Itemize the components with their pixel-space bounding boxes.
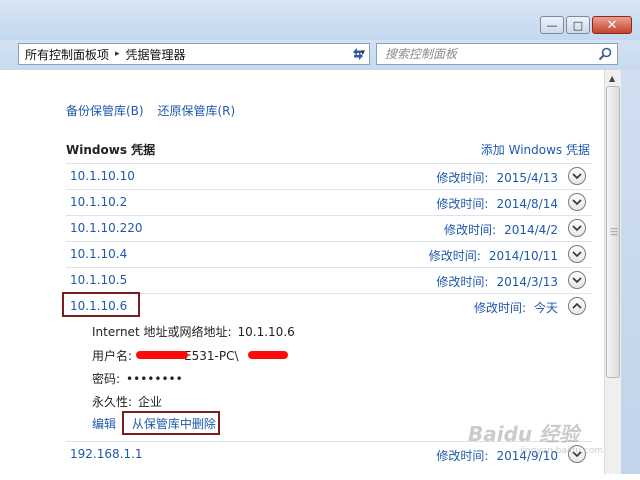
address-bar[interactable]: 所有控制面板项 ▸ 凭据管理器 ▾ — [18, 43, 370, 65]
window-frame-edge — [621, 70, 640, 474]
modified-label: 修改时间: — [436, 275, 489, 289]
backup-vault-link[interactable]: 备份保管库(B) — [66, 104, 144, 118]
maximize-icon: □ — [572, 18, 584, 32]
maximize-button[interactable]: □ — [566, 16, 590, 34]
chevron-down-icon — [572, 199, 582, 206]
grip-icon: — — — — [610, 224, 618, 239]
modified-date: 2014/8/14 — [496, 197, 558, 211]
close-button[interactable]: ✕ — [592, 16, 632, 34]
scroll-up-icon[interactable]: ▲ — [609, 74, 615, 83]
highlight-box — [122, 411, 220, 435]
detail-label: Internet 地址或网络地址: — [92, 325, 232, 339]
credential-row[interactable]: 10.1.10.5 修改时间: 2014/3/13 — [66, 267, 592, 293]
refresh-icon — [353, 48, 363, 60]
credential-row-expanded[interactable]: 10.1.10.6 修改时间: 今天 — [66, 293, 592, 319]
credential-modified: 修改时间: 今天 — [474, 299, 558, 316]
edit-link[interactable]: 编辑 — [92, 417, 116, 431]
watermark: Baidu 经验 — [468, 422, 580, 446]
modified-label: 修改时间: — [473, 301, 526, 315]
modified-label: 修改时间: — [436, 449, 489, 463]
chevron-down-icon — [572, 277, 582, 284]
minimize-icon: — — [546, 18, 558, 32]
credential-address[interactable]: 10.1.10.10 — [70, 169, 135, 183]
close-icon: ✕ — [606, 17, 618, 33]
detail-internet-address: Internet 地址或网络地址: 10.1.10.6 — [92, 323, 295, 340]
credential-address[interactable]: 10.1.10.2 — [70, 195, 127, 209]
expand-button[interactable] — [568, 193, 586, 211]
search-box[interactable] — [376, 43, 618, 65]
modified-date: 2014/3/13 — [496, 275, 558, 289]
modified-date: 2014/10/11 — [488, 249, 558, 263]
credential-address[interactable]: 192.168.1.1 — [70, 447, 143, 461]
add-windows-credential-link[interactable]: 添加 Windows 凭据 — [481, 141, 590, 158]
breadcrumb-all-items[interactable]: 所有控制面板项 — [19, 46, 115, 63]
restore-vault-link[interactable]: 还原保管库(R) — [157, 104, 235, 118]
section-title: Windows 凭据 — [66, 143, 156, 157]
credential-modified: 修改时间: 2014/4/2 — [444, 221, 558, 238]
credential-address[interactable]: 10.1.10.220 — [70, 221, 143, 235]
expand-button[interactable] — [568, 271, 586, 289]
modified-label: 修改时间: — [428, 249, 481, 263]
search-input[interactable] — [385, 45, 585, 63]
expand-button[interactable] — [568, 167, 586, 185]
credential-modified: 修改时间: 2015/4/13 — [436, 169, 558, 186]
title-bar: — □ ✕ — [0, 0, 640, 40]
search-icon[interactable] — [598, 47, 612, 61]
credential-row[interactable]: 10.1.10.2 修改时间: 2014/8/14 — [66, 189, 592, 215]
detail-label: 用户名: — [92, 349, 133, 363]
credential-row[interactable]: 10.1.10.10 修改时间: 2015/4/13 — [66, 163, 592, 189]
highlight-box — [62, 292, 140, 317]
modified-label: 修改时间: — [436, 171, 489, 185]
chevron-up-icon — [572, 302, 582, 309]
modified-date: 2014/4/2 — [504, 223, 558, 237]
modified-label: 修改时间: — [444, 223, 497, 237]
detail-label: 密码: — [92, 372, 121, 386]
expand-button[interactable] — [568, 219, 586, 237]
scrollbar-thumb[interactable]: — — — — [606, 86, 620, 378]
watermark-url: jingyan.baidu.com — [520, 446, 604, 456]
credential-row[interactable]: 10.1.10.4 修改时间: 2014/10/11 — [66, 241, 592, 267]
redaction-mark — [248, 351, 288, 359]
breadcrumb-credential-manager[interactable]: 凭据管理器 — [120, 46, 192, 63]
detail-value: •••••••• — [126, 372, 183, 386]
redaction-mark — [136, 351, 188, 359]
collapse-button[interactable] — [568, 297, 586, 315]
modified-date: 2015/4/13 — [496, 171, 558, 185]
detail-label: 永久性: — [92, 395, 133, 409]
detail-password: 密码: •••••••• — [92, 370, 183, 387]
detail-value: E531-PC\ — [184, 349, 239, 363]
detail-persistence: 永久性: 企业 — [92, 393, 162, 410]
credential-modified: 修改时间: 2014/8/14 — [436, 195, 558, 212]
chevron-down-icon — [572, 225, 582, 232]
expand-button[interactable] — [568, 245, 586, 263]
credential-row[interactable]: 10.1.10.220 修改时间: 2014/4/2 — [66, 215, 592, 241]
modified-date: 今天 — [533, 301, 558, 315]
refresh-button[interactable] — [346, 43, 370, 65]
credential-modified: 修改时间: 2014/10/11 — [429, 247, 558, 264]
vertical-scrollbar[interactable]: ▲ — — — — [604, 70, 622, 474]
chevron-down-icon — [572, 251, 582, 258]
window-controls: — □ ✕ — [540, 16, 632, 34]
credential-address[interactable]: 10.1.10.4 — [70, 247, 127, 261]
detail-value: 企业 — [138, 395, 163, 409]
content-pane: 备份保管库(B) 还原保管库(R) Windows 凭据 添加 Windows … — [18, 70, 604, 474]
modified-label: 修改时间: — [436, 197, 489, 211]
vault-links: 备份保管库(B) 还原保管库(R) — [66, 102, 245, 119]
credential-modified: 修改时间: 2014/3/13 — [436, 273, 558, 290]
minimize-button[interactable]: — — [540, 16, 564, 34]
detail-value: 10.1.10.6 — [237, 325, 295, 339]
chevron-down-icon — [572, 173, 582, 180]
credential-address[interactable]: 10.1.10.5 — [70, 273, 127, 287]
